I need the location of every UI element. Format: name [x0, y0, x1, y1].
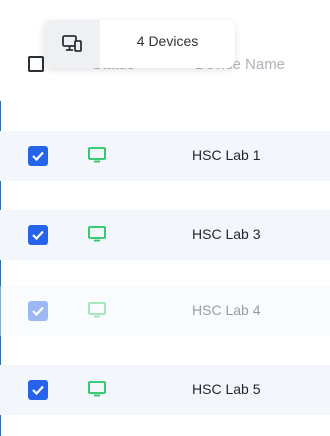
table-row[interactable]: HSC Lab 5 — [0, 365, 330, 415]
row-checkbox[interactable] — [28, 225, 48, 245]
device-name[interactable]: HSC Lab 5 — [192, 381, 260, 397]
row-checkbox[interactable] — [28, 146, 48, 166]
monitor-icon — [88, 147, 106, 168]
device-count: 4 Devices — [136, 33, 199, 49]
select-all-checkbox[interactable] — [28, 56, 44, 72]
table-row[interactable]: HSC Lab 4 — [0, 286, 330, 336]
device-name[interactable]: HSC Lab 4 — [192, 302, 260, 318]
device-name[interactable]: HSC Lab 3 — [192, 226, 260, 242]
table-row[interactable]: HSC Lab 1 — [0, 131, 330, 181]
devices-icon — [44, 20, 100, 68]
monitor-icon — [88, 381, 106, 402]
table-row[interactable]: HSC Lab 3 — [0, 210, 330, 260]
selection-tooltip: 4 Devices — [44, 20, 235, 68]
row-checkbox[interactable] — [28, 380, 48, 400]
row-checkbox[interactable] — [28, 301, 48, 321]
device-name[interactable]: HSC Lab 1 — [192, 147, 260, 163]
monitor-icon — [88, 302, 106, 323]
monitor-icon — [88, 226, 106, 247]
